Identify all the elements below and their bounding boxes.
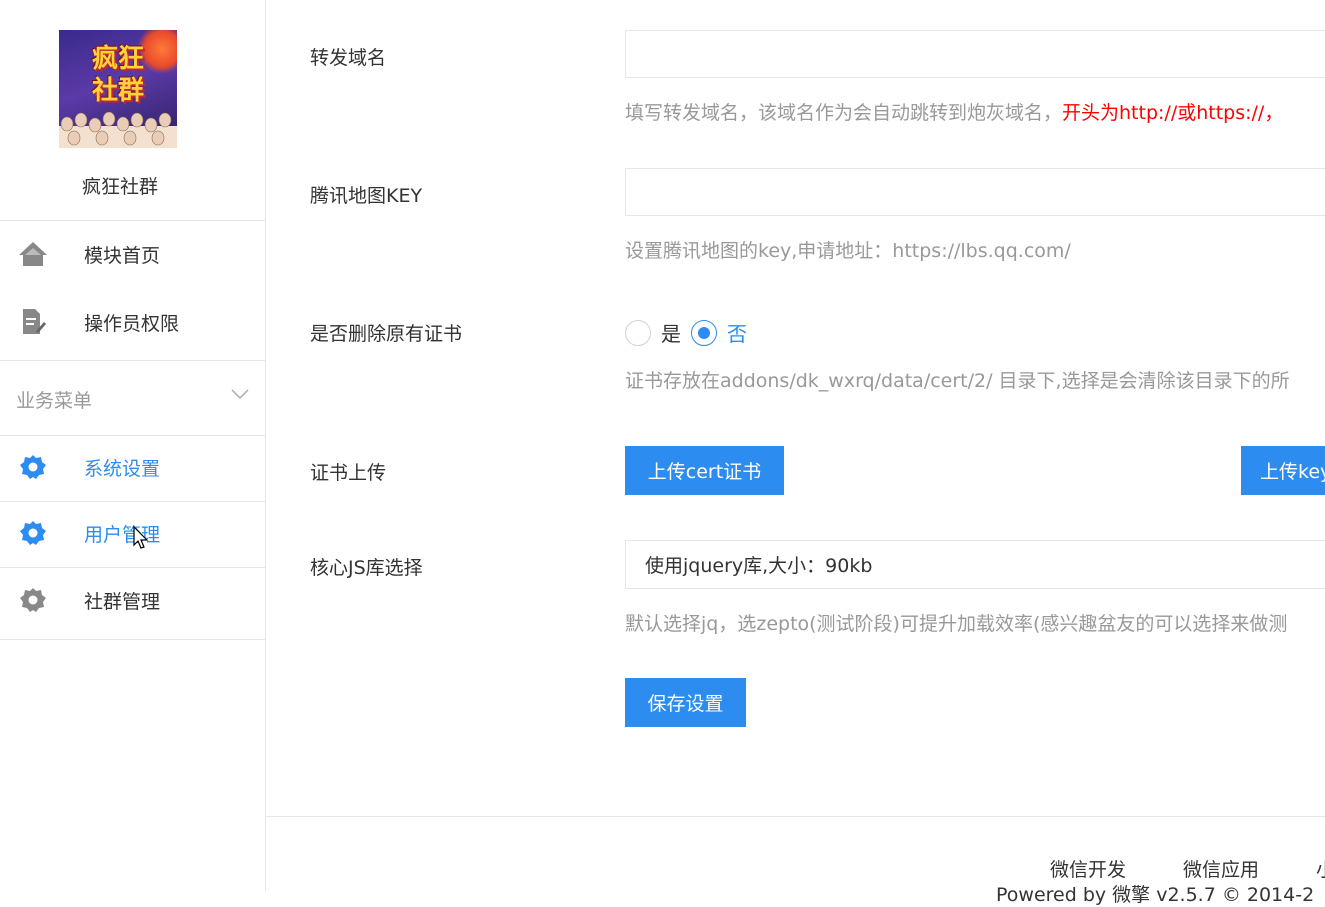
save-settings-button[interactable]: 保存设置 (625, 678, 746, 727)
logo-text-line2: 社群 (91, 76, 144, 106)
gear-icon (18, 585, 48, 615)
js-lib-select[interactable]: 使用jquery库,大小：90kb (625, 540, 1325, 589)
footer-powered-by: Powered by 微擎 v2.5.7 © 2014-2 (996, 884, 1315, 906)
tencent-map-key-help: 设置腾讯地图的key,申请地址：https://lbs.qq.com/ (625, 240, 1071, 262)
upload-cert-button[interactable]: 上传cert证书 (625, 446, 784, 495)
sidebar-divider (0, 220, 265, 221)
gear-icon (18, 452, 48, 482)
cert-upload-label: 证书上传 (310, 462, 387, 484)
sidebar-item-module-home[interactable]: 模块首页 (0, 224, 265, 284)
forward-domain-help-text: 填写转发域名，该域名作为会自动跳转到炮灰域名， (625, 102, 1063, 124)
home-icon (18, 239, 48, 269)
forward-domain-label: 转发域名 (310, 47, 387, 69)
forward-domain-help: 填写转发域名，该域名作为会自动跳转到炮灰域名，开头为http://或https:… (625, 98, 1283, 125)
delete-cert-radio-group: 是 否 (625, 318, 757, 347)
document-edit-icon (18, 307, 48, 337)
logo-crowd-illustration (59, 111, 177, 148)
sidebar-item-operator-permissions[interactable]: 操作员权限 (0, 292, 265, 352)
footer-link-wechat-apps[interactable]: 微信应用 (1183, 855, 1259, 882)
forward-domain-input[interactable] (625, 30, 1325, 78)
delete-cert-no-label[interactable]: 否 (727, 318, 747, 347)
js-lib-help: 默认选择jq，选zepto(测试阶段)可提升加载效率(感兴趣盆友的可以选择来做测 (625, 613, 1288, 635)
chevron-down-icon[interactable] (230, 386, 250, 405)
delete-cert-yes-label[interactable]: 是 (661, 318, 681, 347)
sidebar-divider (0, 501, 265, 502)
gear-icon (18, 518, 48, 548)
footer-divider (266, 816, 1325, 817)
sidebar-divider (0, 567, 265, 568)
sidebar-divider (0, 435, 265, 436)
footer-link-mini[interactable]: 小 (1316, 855, 1325, 882)
js-lib-selected-value: 使用jquery库,大小：90kb (645, 555, 873, 577)
delete-cert-help: 证书存放在addons/dk_wxrq/data/cert/2/ 目录下,选择是… (625, 370, 1290, 392)
delete-cert-yes-radio[interactable] (625, 319, 651, 346)
delete-cert-no-radio[interactable] (691, 319, 717, 346)
tencent-map-key-label: 腾讯地图KEY (310, 185, 423, 207)
sidebar-item-label: 模块首页 (84, 244, 161, 267)
forward-domain-help-warning: 开头为http://或https://， (1062, 102, 1284, 124)
sidebar-divider (0, 360, 265, 361)
sidebar-divider (0, 639, 265, 640)
sidebar-item-label: 操作员权限 (84, 312, 180, 335)
mouse-cursor-icon (133, 525, 151, 554)
sidebar-item-label: 系统设置 (84, 457, 161, 480)
sidebar: 疯狂 社群 疯狂社群 模块首页 操作员权限 业务菜单 系统设置 用户管理 社群管… (0, 0, 266, 891)
sidebar-item-system-settings[interactable]: 系统设置 (0, 437, 265, 497)
sidebar-item-label: 社群管理 (84, 590, 161, 613)
business-menu-title[interactable]: 业务菜单 (16, 386, 92, 413)
site-logo[interactable]: 疯狂 社群 (59, 30, 177, 148)
js-lib-label: 核心JS库选择 (310, 557, 423, 579)
footer-link-wechat-dev[interactable]: 微信开发 (1050, 855, 1126, 882)
tencent-map-key-input[interactable] (625, 168, 1325, 216)
delete-cert-label: 是否删除原有证书 (310, 323, 463, 345)
sidebar-item-community-management[interactable]: 社群管理 (0, 570, 265, 630)
site-name: 疯狂社群 (81, 176, 158, 198)
upload-key-button[interactable]: 上传key (1241, 446, 1325, 495)
